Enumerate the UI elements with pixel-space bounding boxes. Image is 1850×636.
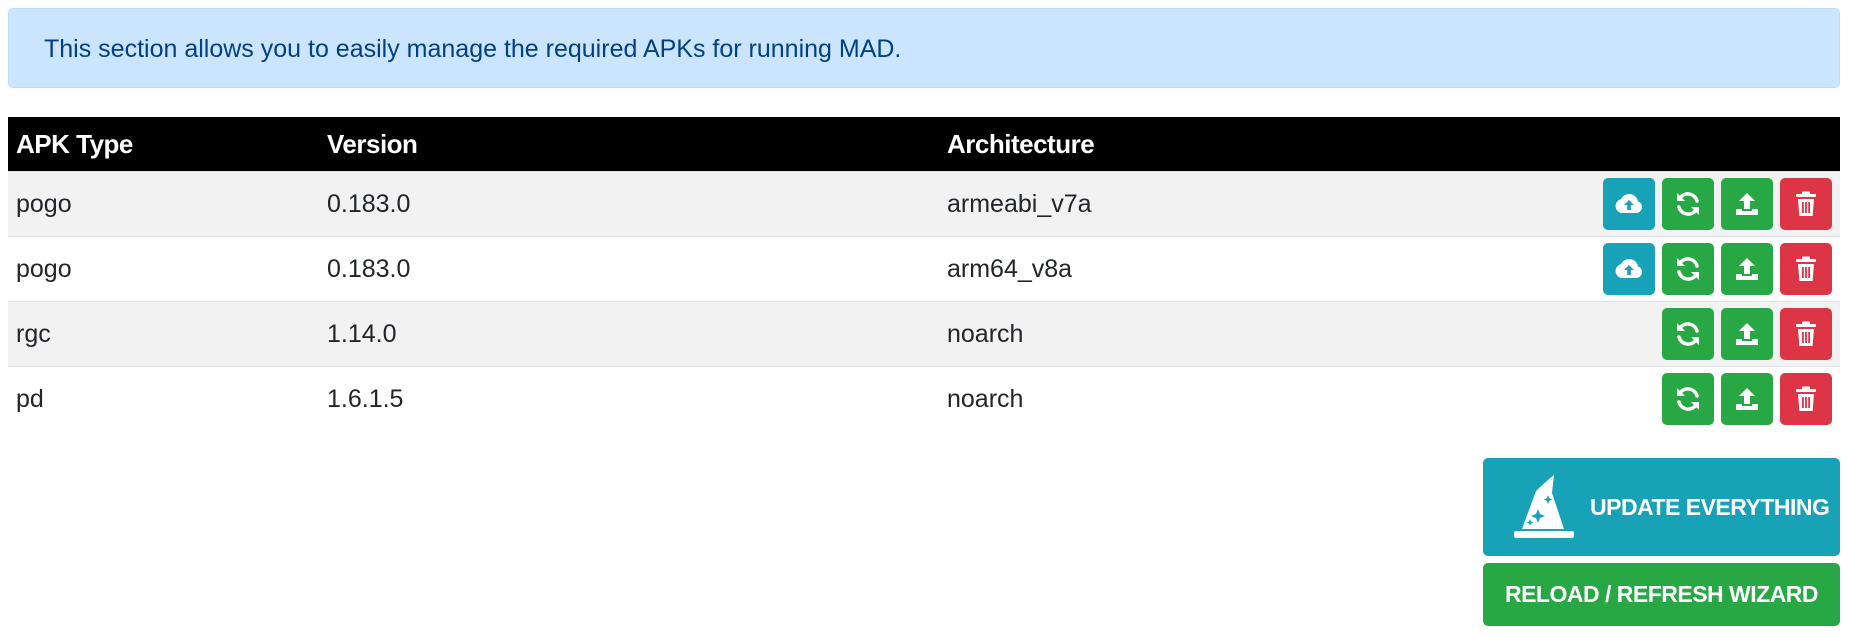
apk-manager-page: This section allows you to easily manage… [0,0,1850,636]
download-apk-button[interactable] [1603,178,1655,230]
architecture-cell: noarch [939,366,1499,431]
delete-apk-button[interactable] [1780,243,1832,295]
upload-apk-button[interactable] [1721,243,1773,295]
upload-icon [1734,386,1760,412]
upload-apk-button[interactable] [1721,178,1773,230]
refresh-icon [1674,385,1702,413]
upload-icon [1734,191,1760,217]
table-row: pd 1.6.1.5 noarch [8,366,1840,431]
cloud-upload-icon [1614,191,1644,217]
refresh-icon [1674,190,1702,218]
refresh-apk-button[interactable] [1662,243,1714,295]
trash-icon [1795,191,1817,217]
version-cell: 1.6.1.5 [319,366,939,431]
delete-apk-button[interactable] [1780,178,1832,230]
upload-icon [1734,321,1760,347]
refresh-icon [1674,255,1702,283]
row-actions [1507,308,1832,360]
actions-cell [1499,171,1840,237]
table-row: pogo 0.183.0 arm64_v8a [8,236,1840,302]
trash-icon [1795,256,1817,282]
update-everything-button[interactable]: UPDATE EVERYTHING [1483,458,1840,556]
update-everything-label: UPDATE EVERYTHING [1590,493,1830,520]
apk-type-cell: pogo [8,171,319,237]
table-row: pogo 0.183.0 armeabi_v7a [8,171,1840,237]
refresh-icon [1674,320,1702,348]
column-header-architecture: Architecture [939,117,1499,172]
actions-cell [1499,236,1840,302]
info-alert: This section allows you to easily manage… [8,8,1840,88]
actions-cell [1499,301,1840,367]
architecture-cell: armeabi_v7a [939,171,1499,237]
upload-apk-button[interactable] [1721,308,1773,360]
delete-apk-button[interactable] [1780,373,1832,425]
apk-type-cell: rgc [8,301,319,367]
upload-icon [1734,256,1760,282]
architecture-cell: arm64_v8a [939,236,1499,302]
refresh-apk-button[interactable] [1662,178,1714,230]
table-row: rgc 1.14.0 noarch [8,301,1840,367]
refresh-apk-button[interactable] [1662,373,1714,425]
wizard-hat-icon [1514,475,1574,538]
reload-wizard-button[interactable]: RELOAD / REFRESH WIZARD [1483,563,1840,626]
column-header-actions [1499,117,1840,172]
actions-cell [1499,366,1840,431]
reload-wizard-label: RELOAD / REFRESH WIZARD [1504,581,1819,607]
apk-table: APK Type Version Architecture pogo 0.183.… [8,117,1840,431]
column-header-version: Version [319,117,939,172]
version-cell: 0.183.0 [319,236,939,302]
apk-type-cell: pogo [8,236,319,302]
trash-icon [1795,386,1817,412]
table-header-row: APK Type Version Architecture [8,117,1840,172]
trash-icon [1795,321,1817,347]
architecture-cell: noarch [939,301,1499,367]
version-cell: 0.183.0 [319,171,939,237]
refresh-apk-button[interactable] [1662,308,1714,360]
delete-apk-button[interactable] [1780,308,1832,360]
row-actions [1507,243,1832,295]
upload-apk-button[interactable] [1721,373,1773,425]
download-apk-button[interactable] [1603,243,1655,295]
column-header-apk-type: APK Type [8,117,319,172]
row-actions [1507,373,1832,425]
cloud-upload-icon [1614,256,1644,282]
info-alert-text: This section allows you to easily manage… [44,35,902,63]
version-cell: 1.14.0 [319,301,939,367]
row-actions [1507,178,1832,230]
apk-type-cell: pd [8,366,319,431]
